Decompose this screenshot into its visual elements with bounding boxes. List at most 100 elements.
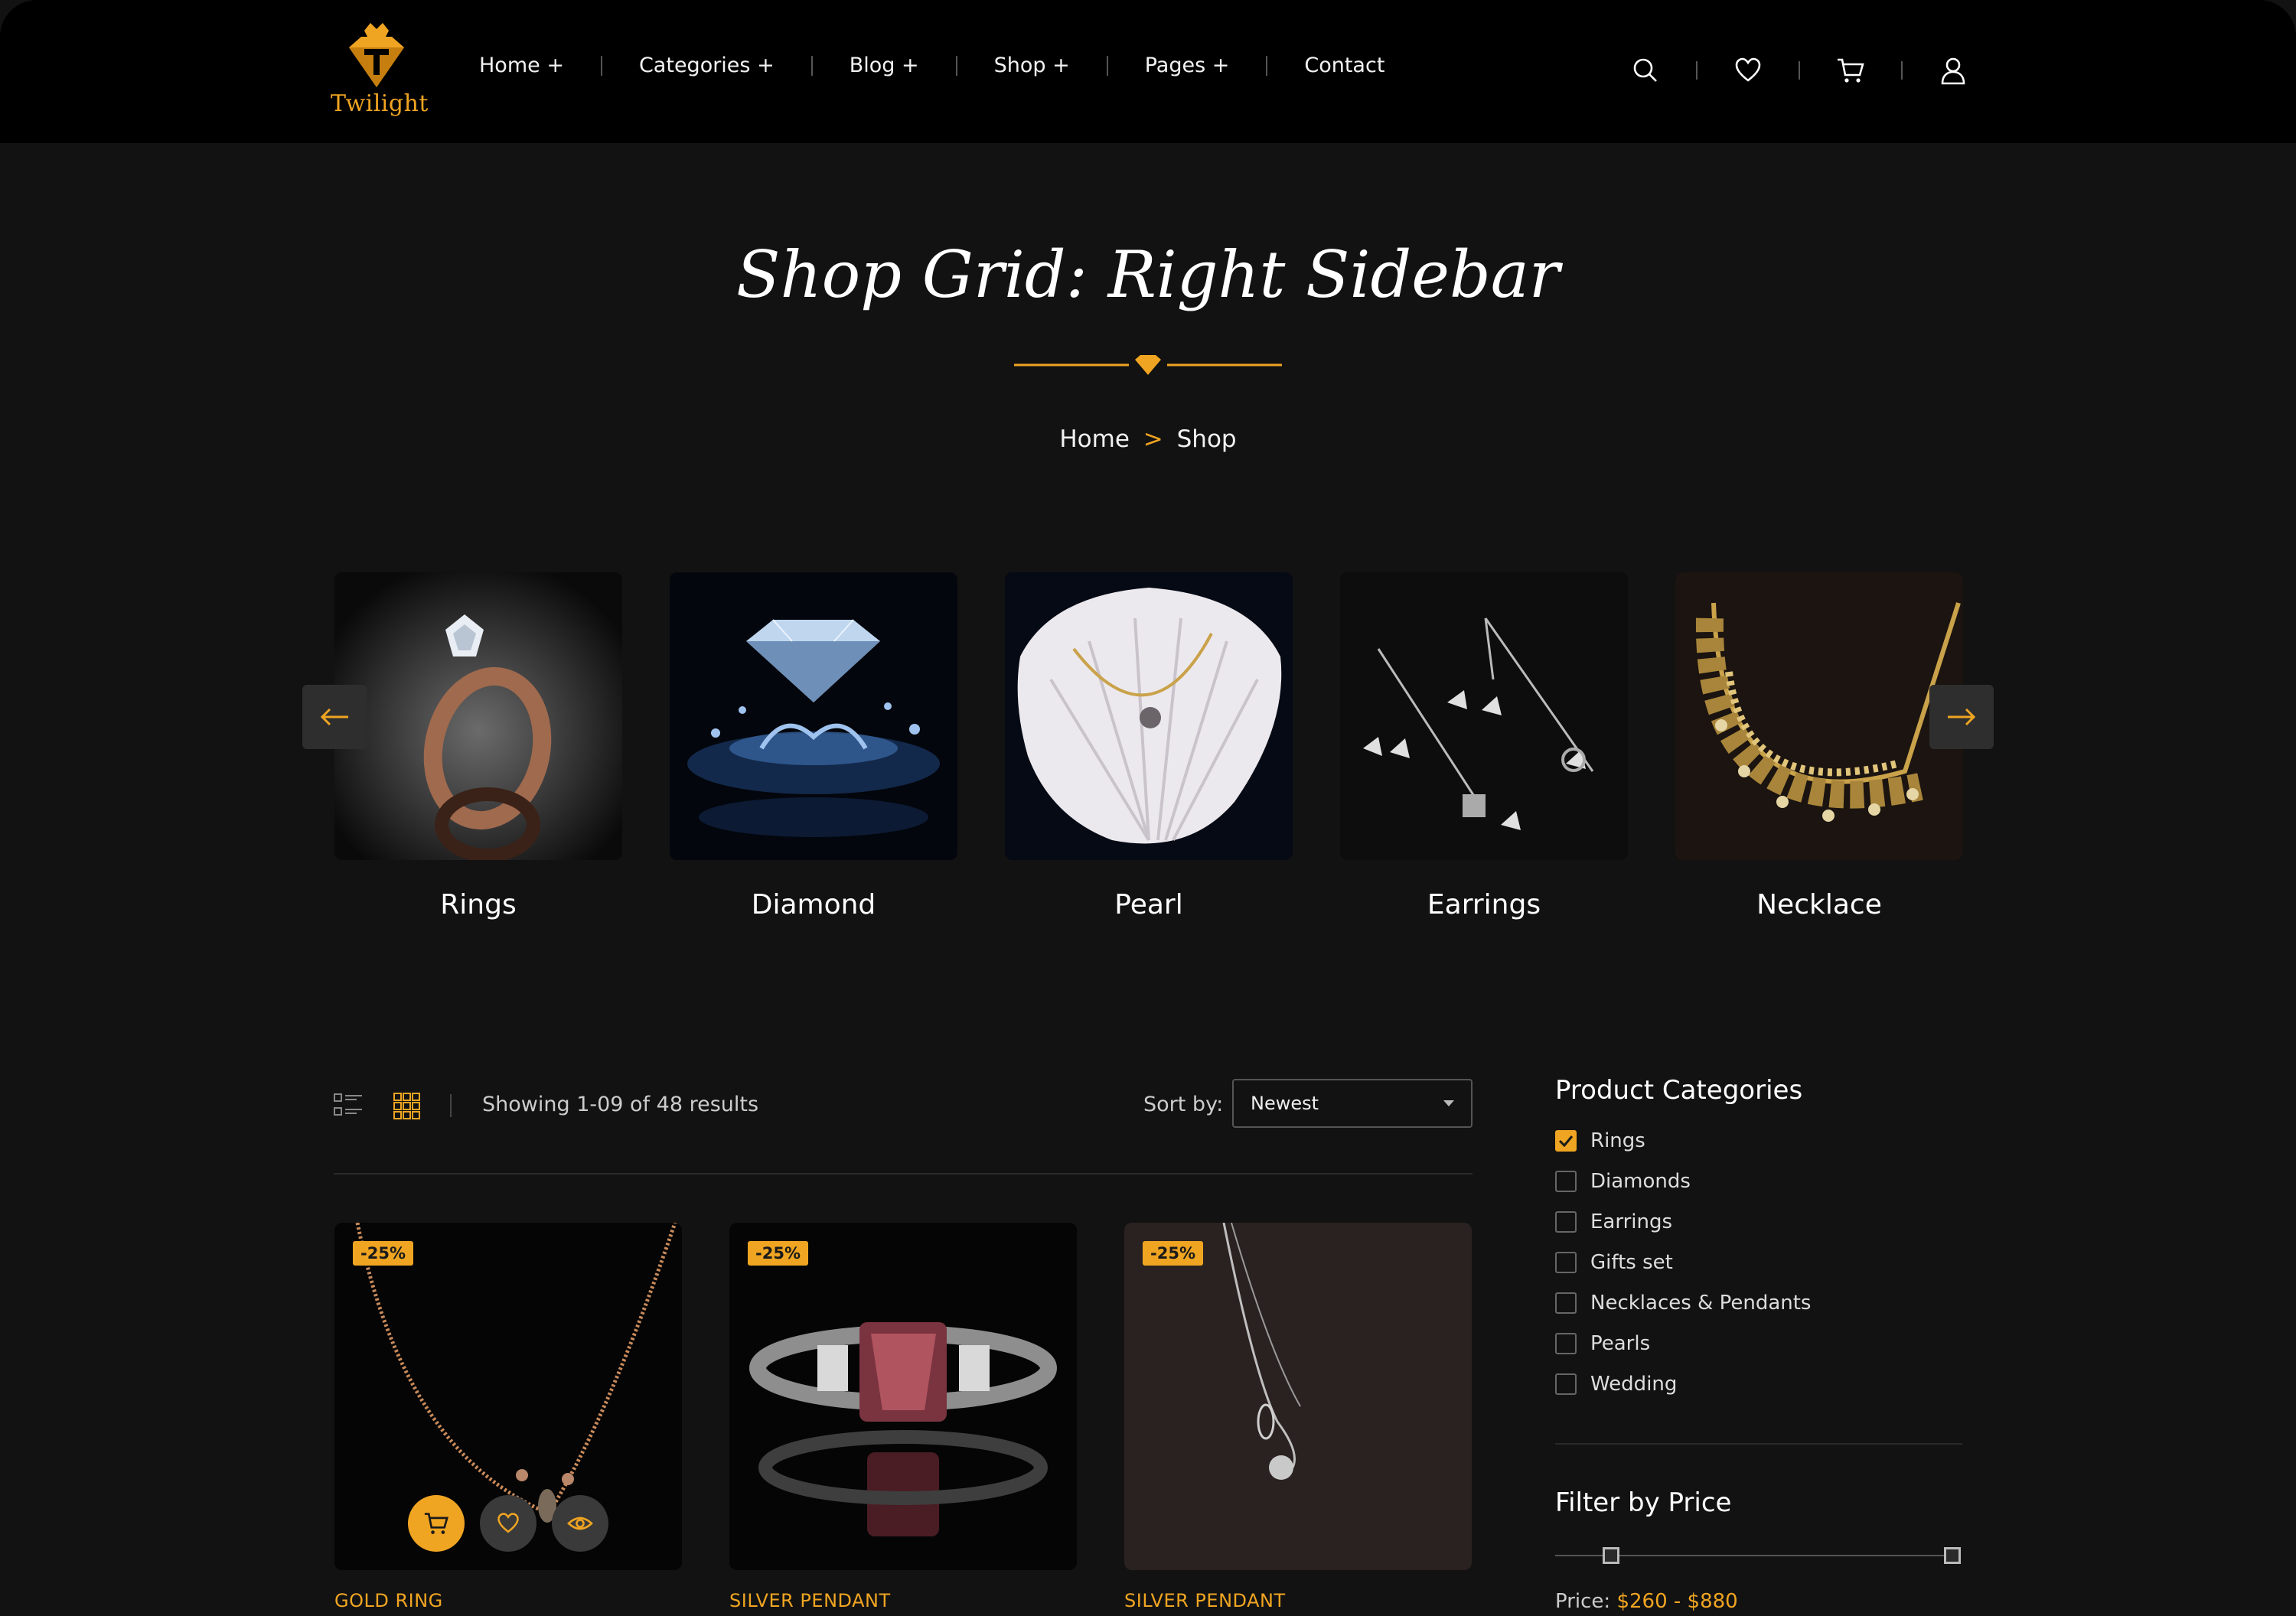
product-name[interactable]: SILVER PENDANT — [729, 1590, 1077, 1611]
grid-view-icon[interactable] — [393, 1093, 421, 1120]
nav-shop[interactable]: Shop + — [994, 54, 1070, 77]
category-card-necklace[interactable]: Necklace — [1675, 572, 1963, 920]
discount-badge: -25% — [1143, 1241, 1203, 1266]
price-value: $260 - $880 — [1616, 1590, 1738, 1613]
shop-toolbar: Showing 1-09 of 48 results Sort by: Newe… — [334, 1079, 1473, 1137]
product-image: -25% — [334, 1223, 682, 1570]
category-filter-label: Wedding — [1590, 1373, 1678, 1396]
toolbar-divider — [450, 1094, 452, 1117]
category-filter-label: Necklaces & Pendants — [1590, 1292, 1812, 1315]
page-title: Shop Grid: Right Sidebar — [736, 237, 1560, 312]
breadcrumb-current: Shop — [1176, 425, 1237, 453]
add-to-cart-button[interactable] — [408, 1495, 465, 1552]
price-label: Price: — [1555, 1590, 1611, 1613]
nav-contact[interactable]: Contact — [1304, 54, 1384, 77]
category-label: Earrings — [1427, 889, 1541, 920]
quick-view-button[interactable] — [552, 1495, 608, 1552]
main-nav: Home + Categories + Blog + Shop + Pages … — [479, 54, 1384, 77]
nav-home[interactable]: Home + — [479, 54, 564, 77]
category-card-rings[interactable]: Rings — [334, 572, 622, 920]
user-icon[interactable] — [1938, 55, 1968, 86]
chevron-down-icon — [1443, 1100, 1454, 1106]
carousel-prev-button[interactable] — [302, 685, 367, 749]
discount-badge: -25% — [353, 1241, 413, 1266]
arrow-right-icon — [1948, 708, 1976, 726]
category-filter-label: Pearls — [1590, 1332, 1651, 1355]
top-navbar: Twilight Home + Categories + Blog + Shop… — [0, 0, 2296, 143]
category-label: Rings — [440, 889, 517, 920]
category-filter-necklaces-pendants[interactable]: Necklaces & Pendants — [1555, 1292, 1811, 1315]
nav-divider — [1106, 55, 1108, 76]
product-name[interactable]: GOLD RING — [334, 1590, 682, 1611]
category-filter-label: Rings — [1590, 1129, 1645, 1152]
category-filter-label: Gifts set — [1590, 1251, 1673, 1274]
nav-divider — [955, 55, 957, 76]
checkbox-checked[interactable] — [1555, 1130, 1577, 1152]
category-label: Necklace — [1756, 889, 1882, 920]
filter-by-price-title: Filter by Price — [1555, 1487, 1732, 1518]
checkbox[interactable] — [1555, 1252, 1577, 1273]
category-filter-label: Earrings — [1590, 1210, 1673, 1233]
results-count: Showing 1-09 of 48 results — [482, 1093, 759, 1116]
nav-pages[interactable]: Pages + — [1145, 54, 1230, 77]
category-card-earrings[interactable]: Earrings — [1340, 572, 1628, 920]
price-slider-min-handle[interactable] — [1603, 1547, 1619, 1564]
logo[interactable]: Twilight — [331, 21, 428, 121]
crown-diamond-logo-icon — [349, 23, 404, 87]
category-filter-gifts-set[interactable]: Gifts set — [1555, 1251, 1673, 1274]
category-card-pearl[interactable]: Pearl — [1005, 572, 1293, 920]
heart-icon — [497, 1513, 519, 1533]
sidebar-divider — [1555, 1443, 1962, 1445]
heart-icon[interactable] — [1733, 55, 1763, 86]
product-card[interactable]: -25% SILVER PENDANT — [1124, 1223, 1472, 1611]
checkbox[interactable] — [1555, 1333, 1577, 1354]
checkmark-icon — [1558, 1135, 1574, 1147]
product-categories-title: Product Categories — [1555, 1075, 1803, 1106]
product-name[interactable]: SILVER PENDANT — [1124, 1590, 1472, 1611]
category-filter-wedding[interactable]: Wedding — [1555, 1373, 1677, 1396]
checkbox[interactable] — [1555, 1373, 1577, 1395]
cart-icon — [424, 1513, 448, 1534]
nav-categories[interactable]: Categories + — [639, 54, 775, 77]
diamond-divider-icon — [1014, 355, 1282, 375]
search-icon[interactable] — [1630, 55, 1661, 86]
discount-badge: -25% — [748, 1241, 808, 1266]
toolbar-divider-line — [334, 1173, 1473, 1175]
nav-blog[interactable]: Blog + — [850, 54, 919, 77]
category-filter-diamonds[interactable]: Diamonds — [1555, 1170, 1691, 1193]
carousel-next-button[interactable] — [1929, 685, 1994, 749]
product-actions — [408, 1495, 608, 1552]
nav-divider — [600, 55, 602, 76]
product-card[interactable]: -25% SILVER PENDANT — [729, 1223, 1077, 1611]
nav-divider — [810, 55, 813, 76]
earrings-image — [1340, 572, 1628, 860]
tool-divider — [1901, 61, 1903, 80]
checkbox[interactable] — [1555, 1292, 1577, 1314]
list-view-icon[interactable] — [334, 1093, 363, 1119]
category-filter-rings[interactable]: Rings — [1555, 1129, 1645, 1152]
breadcrumb-home[interactable]: Home — [1059, 425, 1130, 453]
price-slider-max-handle[interactable] — [1944, 1547, 1961, 1564]
page: Twilight Home + Categories + Blog + Shop… — [0, 0, 2296, 1616]
diamond-image — [670, 572, 957, 860]
sort-select[interactable]: Newest — [1232, 1079, 1473, 1128]
tool-divider — [1799, 61, 1800, 80]
product-card[interactable]: -25% GOLD RING — [334, 1223, 682, 1611]
necklace-image — [1675, 572, 1963, 860]
category-filter-pearls[interactable]: Pearls — [1555, 1332, 1650, 1355]
checkbox[interactable] — [1555, 1211, 1577, 1233]
price-range: Price: $260 - $880 — [1555, 1590, 1738, 1613]
product-image: -25% — [1124, 1223, 1472, 1570]
tool-divider — [1696, 61, 1698, 80]
category-label: Diamond — [751, 889, 876, 920]
cart-icon[interactable] — [1835, 55, 1866, 86]
category-filter-earrings[interactable]: Earrings — [1555, 1210, 1672, 1233]
nav-divider — [1266, 55, 1268, 76]
sort-value: Newest — [1251, 1093, 1319, 1114]
checkbox[interactable] — [1555, 1171, 1577, 1192]
header-tools — [1630, 55, 1968, 86]
eye-icon — [567, 1517, 593, 1530]
category-label: Pearl — [1114, 889, 1183, 920]
category-card-diamond[interactable]: Diamond — [670, 572, 957, 920]
wishlist-button[interactable] — [480, 1495, 536, 1552]
